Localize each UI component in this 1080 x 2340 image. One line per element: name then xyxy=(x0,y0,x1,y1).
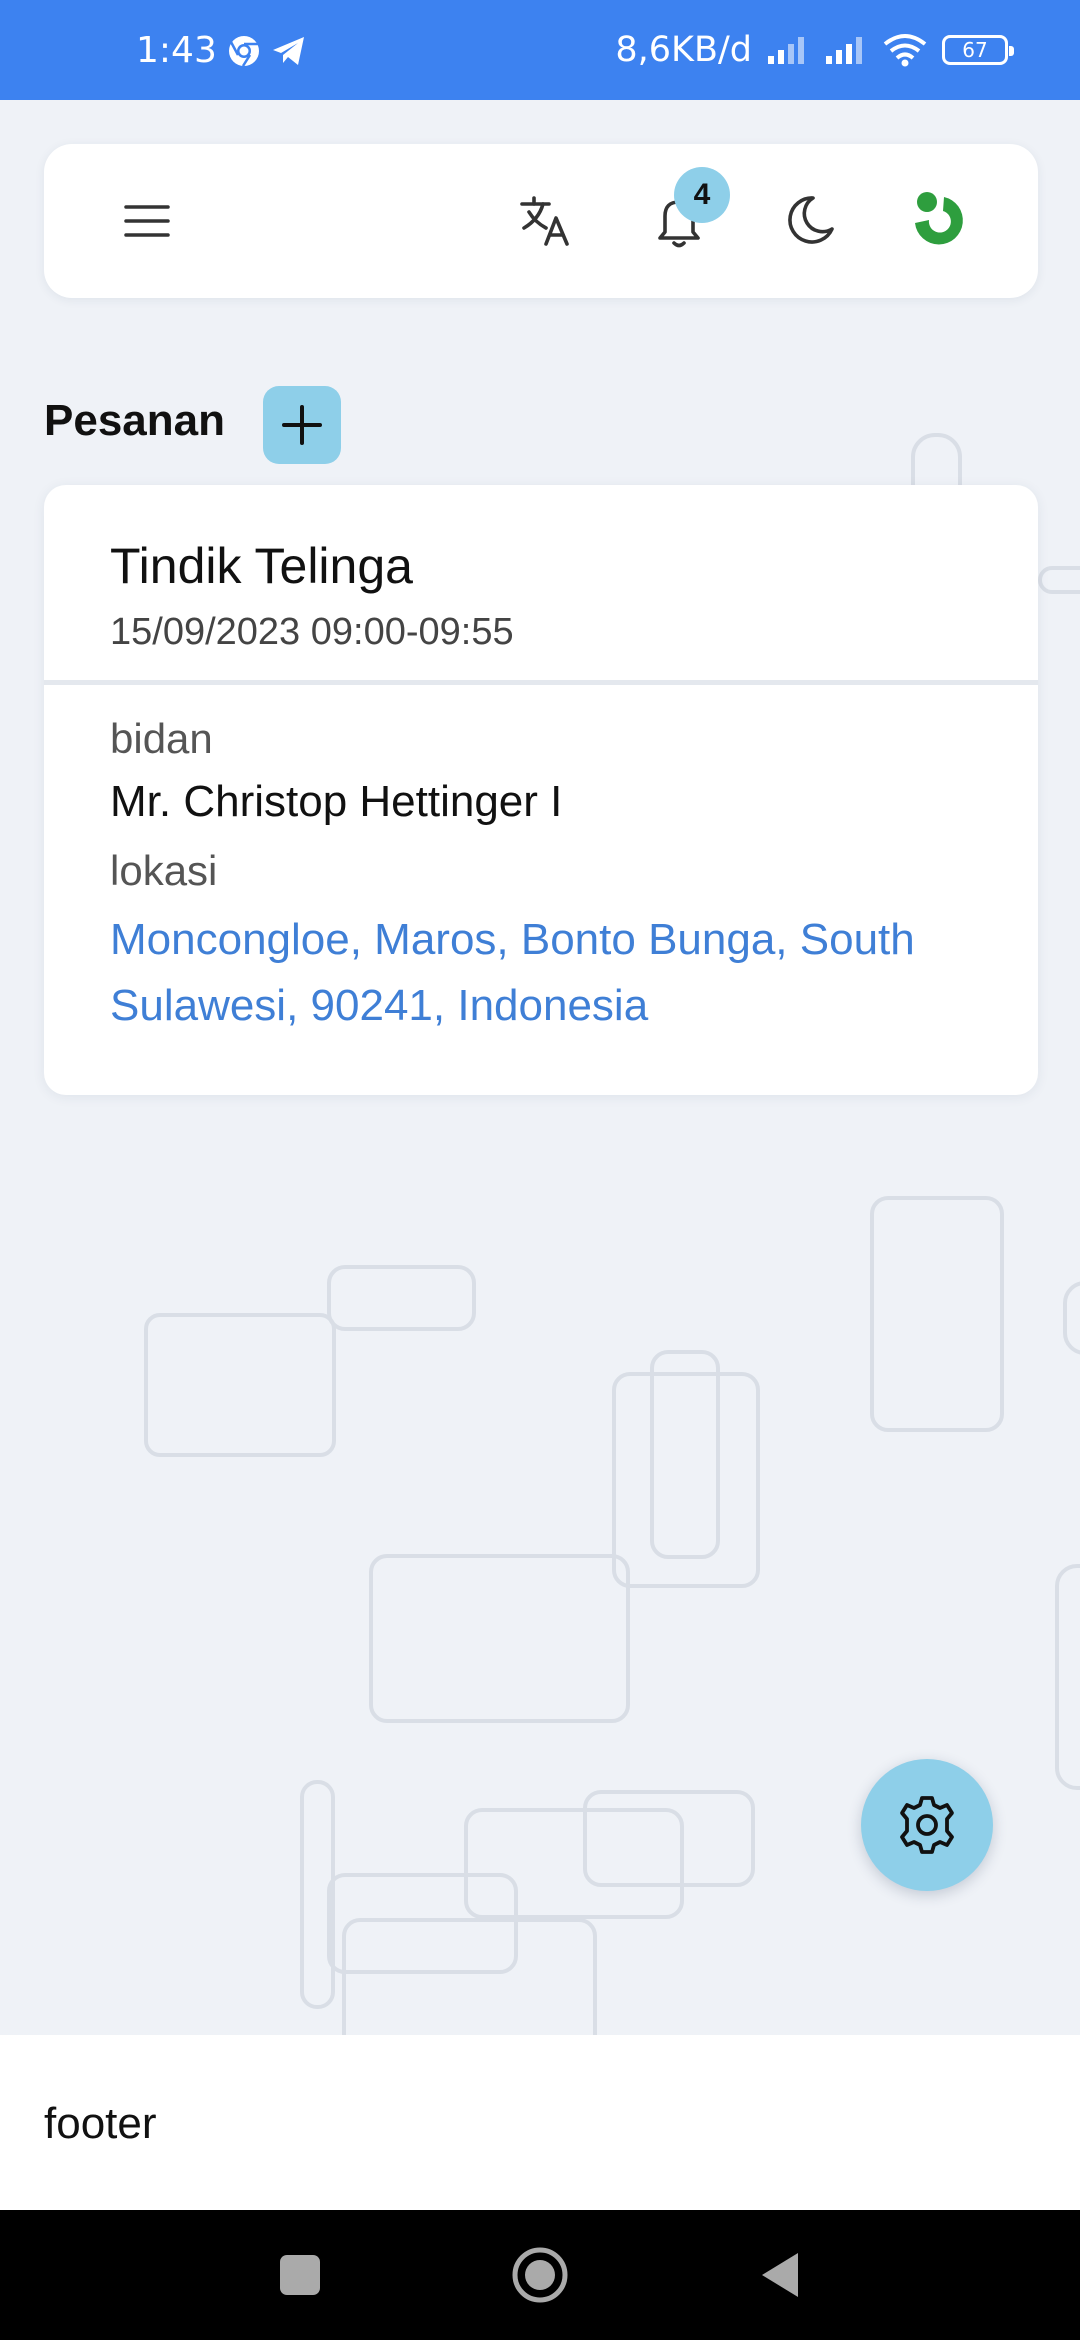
order-card[interactable]: Tindik Telinga 15/09/2023 09:00-09:55 bi… xyxy=(44,485,1038,1095)
order-card-body: bidan Mr. Christop Hettinger I lokasi Mo… xyxy=(44,685,1038,1039)
chrome-icon xyxy=(227,34,261,68)
home-button[interactable] xyxy=(480,2210,600,2340)
translate-icon xyxy=(520,196,569,246)
recents-button[interactable] xyxy=(240,2210,360,2340)
net-speed: 8,6KB/d xyxy=(615,30,752,70)
app-area: 4 Pesanan Tindik Telinga 15/09/2023 09:0… xyxy=(0,100,1080,2035)
order-title: Tindik Telinga xyxy=(110,538,413,594)
plus-icon xyxy=(282,405,322,445)
back-button[interactable] xyxy=(720,2210,840,2340)
menu-button[interactable] xyxy=(114,188,180,254)
order-card-header: Tindik Telinga 15/09/2023 09:00-09:55 xyxy=(44,485,1038,685)
midwife-name: Mr. Christop Hettinger I xyxy=(110,777,563,826)
add-order-button[interactable] xyxy=(263,386,341,464)
avatar-button[interactable] xyxy=(904,184,978,258)
section-title: Pesanan xyxy=(44,396,225,445)
signal-icon xyxy=(766,34,810,66)
status-time: 1:43 xyxy=(136,30,217,71)
telegram-icon xyxy=(271,34,307,68)
avatar-logo-icon xyxy=(915,192,963,245)
footer-text: footer xyxy=(44,2099,157,2148)
settings-fab[interactable] xyxy=(861,1759,993,1891)
location-link[interactable]: Moncongloe, Maros, Bonto Bunga, South Su… xyxy=(110,907,950,1039)
menu-icon xyxy=(124,205,170,237)
battery-level: 67 xyxy=(962,38,988,62)
order-datetime: 15/09/2023 09:00-09:55 xyxy=(110,611,514,653)
top-app-bar: 4 xyxy=(44,144,1038,298)
recents-square-icon xyxy=(280,2255,320,2295)
footer: footer xyxy=(0,2035,1080,2210)
notification-badge: 4 xyxy=(674,167,730,223)
translate-button[interactable] xyxy=(510,186,580,256)
battery-icon: 67 xyxy=(942,35,1014,65)
midwife-label: bidan xyxy=(110,715,213,762)
dark-mode-button[interactable] xyxy=(774,186,844,256)
gear-icon xyxy=(900,1796,954,1854)
location-label: lokasi xyxy=(110,847,218,894)
moon-icon xyxy=(788,196,834,244)
system-nav-bar xyxy=(0,2210,1080,2340)
signal-icon xyxy=(824,34,868,66)
wifi-icon xyxy=(882,33,928,67)
home-circle-icon xyxy=(512,2247,568,2303)
status-bar: 1:43 8,6KB/d 67 xyxy=(0,0,1080,100)
back-triangle-icon xyxy=(762,2253,798,2297)
